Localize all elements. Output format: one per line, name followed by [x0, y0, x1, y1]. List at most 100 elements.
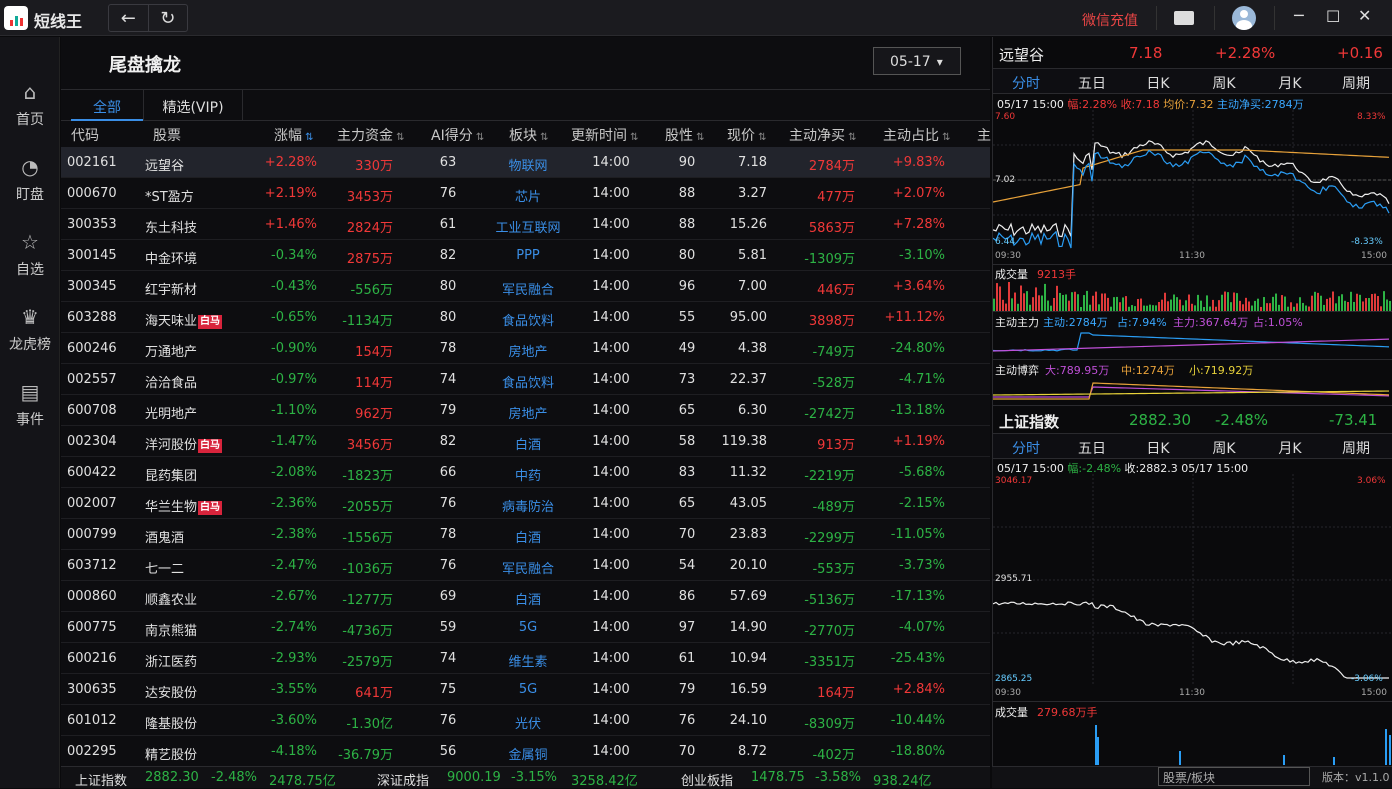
table-row[interactable]: 300353 东土科技 +1.46% 2824万 61 工业互联网 14:00 88 15.26…: [61, 209, 990, 240]
period-tab[interactable]: 周K: [1191, 73, 1257, 93]
search-input[interactable]: 股票/板块: [1158, 767, 1310, 786]
col-fund[interactable]: 主力资金 ⇅: [337, 125, 405, 145]
col-code[interactable]: 代码: [71, 125, 99, 145]
col-net[interactable]: 主动净买 ⇅: [789, 125, 857, 145]
cell-sector[interactable]: 食品饮料: [481, 310, 575, 329]
cell-pct: -3.10%: [899, 248, 945, 263]
index-intraday-chart[interactable]: [993, 474, 1392, 686]
table-row[interactable]: 000670 *ST盈方 +2.19% 3453万 76 芯片 14:00 88 3.27 477…: [61, 178, 990, 209]
stock-intraday-chart[interactable]: [993, 110, 1392, 250]
sidebar-item-0[interactable]: ⌂ 首页: [0, 73, 60, 139]
period-tab[interactable]: 日K: [1125, 438, 1191, 458]
table-row[interactable]: 600422 昆药集团 -2.08% -1823万 66 中药 14:00 83 11.32 -2…: [61, 457, 990, 488]
cell-sector[interactable]: 工业互联网: [481, 217, 575, 236]
table-row[interactable]: 600775 南京熊猫 -2.74% -4736万 59 5G 14:00 97 14.90 -2…: [61, 612, 990, 643]
table-row[interactable]: 603712 七一二 -2.47% -1036万 76 军民融合 14:00 54 20.10 -…: [61, 550, 990, 581]
period-tab[interactable]: 分时: [993, 438, 1059, 458]
cell-code: 600422: [67, 465, 117, 480]
cell-sector[interactable]: 物联网: [481, 155, 575, 174]
table-row[interactable]: 601012 隆基股份 -3.60% -1.30亿 76 光伏 14:00 76 24.10 -8…: [61, 705, 990, 736]
table-row[interactable]: 600708 光明地产 -1.10% 962万 79 房地产 14:00 65 6.30 -274…: [61, 395, 990, 426]
table-row[interactable]: 300145 中金环境 -0.34% 2875万 82 PPP 14:00 80 5.81 -13…: [61, 240, 990, 271]
cell-name: 海天味业 白马: [145, 314, 223, 329]
cell-pct: -10.44%: [890, 713, 945, 728]
table-row[interactable]: 002304 洋河股份 白马 -1.47% 3456万 82 白酒 14:00 58 119.38…: [61, 426, 990, 457]
cell-name: 昆药集团: [145, 469, 198, 484]
cell-sector[interactable]: PPP: [481, 248, 575, 263]
period-tab[interactable]: 分时: [993, 73, 1059, 93]
cell-net: -2742万: [804, 407, 855, 422]
col-price[interactable]: 现价 ⇅: [727, 125, 767, 145]
table-row[interactable]: 000860 顺鑫农业 -2.67% -1277万 69 白酒 14:00 86 57.69 -5…: [61, 581, 990, 612]
user-avatar-icon[interactable]: [1232, 6, 1256, 30]
cell-time: 14:00: [592, 341, 630, 356]
cell-sector[interactable]: 5G: [481, 620, 575, 635]
cell-sector[interactable]: 白酒: [481, 589, 575, 608]
volume-bar: [1041, 295, 1043, 311]
cell-sector[interactable]: 房地产: [481, 403, 575, 422]
cell-sector[interactable]: 白酒: [481, 527, 575, 546]
index-ymin: 2865.25: [995, 674, 1033, 684]
cell-ai: 75: [439, 682, 457, 697]
period-tab[interactable]: 五日: [1059, 73, 1125, 93]
cell-sector[interactable]: 中药: [481, 465, 575, 484]
table-row[interactable]: 000799 酒鬼酒 -2.38% -1556万 78 白酒 14:00 70 23.83 -22…: [61, 519, 990, 550]
col-stock[interactable]: 股票: [153, 125, 181, 145]
cell-sector[interactable]: 维生素: [481, 651, 575, 670]
volume-bar: [1008, 281, 1010, 311]
col-pct[interactable]: 主动占比 ⇅: [883, 125, 951, 145]
tab-all[interactable]: 全部: [71, 90, 143, 121]
period-tab[interactable]: 月K: [1257, 438, 1323, 458]
table-row[interactable]: 300345 红宇新材 -0.43% -556万 80 军民融合 14:00 96 7.00 44…: [61, 271, 990, 302]
cell-sector[interactable]: 5G: [481, 682, 575, 697]
period-tab[interactable]: 五日: [1059, 438, 1125, 458]
cell-sector[interactable]: 金属铜: [481, 744, 575, 763]
refresh-icon[interactable]: ↻: [149, 5, 188, 31]
volume-bar: [1140, 298, 1142, 311]
cell-sector[interactable]: 病毒防治: [481, 496, 575, 515]
col-sector[interactable]: 板块 ⇅: [509, 125, 549, 145]
maximize-icon[interactable]: ☐: [1326, 7, 1340, 26]
cell-sector[interactable]: 军民融合: [481, 279, 575, 298]
back-arrow-icon[interactable]: ←: [109, 5, 149, 31]
wechat-recharge-link[interactable]: 微信充值: [1082, 10, 1138, 30]
table-row[interactable]: 002557 洽洽食品 -0.97% 114万 74 食品饮料 14:00 73 22.37 -5…: [61, 364, 990, 395]
cell-sector[interactable]: 白酒: [481, 434, 575, 453]
cell-sector[interactable]: 食品饮料: [481, 372, 575, 391]
table-row[interactable]: 300635 达安股份 -3.55% 641万 75 5G 14:00 79 16.59 164万…: [61, 674, 990, 705]
sidebar-item-3[interactable]: ♛ 龙虎榜: [0, 298, 60, 364]
date-select[interactable]: 05-17: [873, 47, 961, 75]
cell-change: -0.90%: [271, 341, 317, 356]
cell-sector[interactable]: 房地产: [481, 341, 575, 360]
sh-index-value: 2882.30: [145, 770, 199, 785]
period-tab[interactable]: 周期: [1323, 438, 1389, 458]
table-row[interactable]: 600216 浙江医药 -2.93% -2579万 74 维生素 14:00 61 10.94 -…: [61, 643, 990, 674]
col-ai[interactable]: AI得分 ⇅: [431, 125, 484, 145]
cell-code: 600246: [67, 341, 117, 356]
cell-sector[interactable]: 芯片: [481, 186, 575, 205]
period-tab[interactable]: 周期: [1323, 73, 1389, 93]
minimize-icon[interactable]: ─: [1294, 6, 1304, 25]
col-stk[interactable]: 股性 ⇅: [665, 125, 705, 145]
cell-fund: -1.30亿: [346, 717, 393, 732]
volume-bar: [1059, 292, 1061, 311]
cell-sector[interactable]: 军民融合: [481, 558, 575, 577]
close-icon[interactable]: ✕: [1358, 6, 1371, 25]
col-more[interactable]: 主: [977, 125, 991, 145]
table-row[interactable]: 600246 万通地产 -0.90% 154万 78 房地产 14:00 49 4.38 -749…: [61, 333, 990, 364]
sidebar-item-4[interactable]: ▤ 事件: [0, 373, 60, 439]
mail-icon[interactable]: [1174, 11, 1194, 25]
period-tab[interactable]: 月K: [1257, 73, 1323, 93]
col-change[interactable]: 涨幅 ⇅: [274, 125, 314, 145]
tab-vip[interactable]: 精选(VIP): [143, 90, 243, 121]
sidebar-item-2[interactable]: ☆ 自选: [0, 223, 60, 289]
period-tab[interactable]: 日K: [1125, 73, 1191, 93]
table-row[interactable]: 002295 精艺股份 -4.18% -36.79万 56 金属铜 14:00 70 8.72 -…: [61, 736, 990, 767]
table-row[interactable]: 002161 远望谷 +2.28% 330万 63 物联网 14:00 90 7.18 2784万…: [61, 147, 990, 178]
sidebar-item-1[interactable]: ◔ 盯盘: [0, 148, 60, 214]
table-row[interactable]: 002007 华兰生物 白马 -2.36% -2055万 76 病毒防治 14:00 65 43.…: [61, 488, 990, 519]
table-row[interactable]: 603288 海天味业 白马 -0.65% -1134万 80 食品饮料 14:00 55 95.…: [61, 302, 990, 333]
col-time[interactable]: 更新时间 ⇅: [571, 125, 639, 145]
period-tab[interactable]: 周K: [1191, 438, 1257, 458]
cell-sector[interactable]: 光伏: [481, 713, 575, 732]
